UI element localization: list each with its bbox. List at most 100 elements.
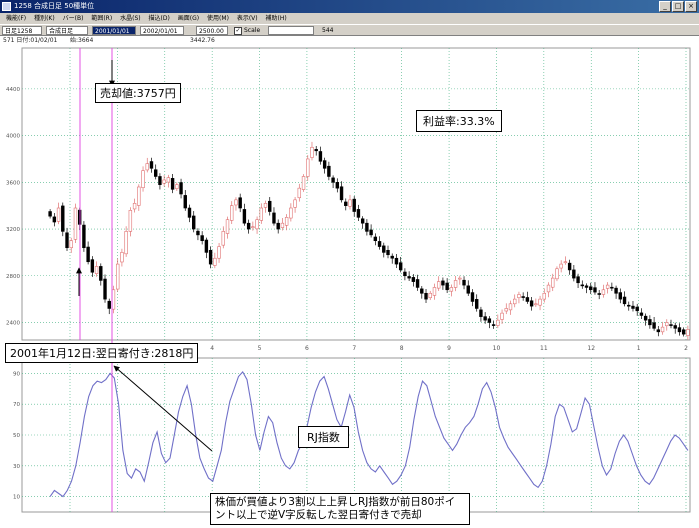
candle-body [141,170,145,188]
candle-body [572,269,576,279]
candle-body [458,277,462,280]
rj-index-label: RJ指数 [298,426,349,448]
menu-item[interactable]: 表示(V) [237,13,258,24]
candle-body [255,219,259,230]
candle-body [242,209,247,224]
candle-body [208,249,213,265]
scale-label: Scale [244,27,261,34]
candle-body [635,306,639,312]
candle-body [660,326,665,333]
candle-body [365,222,369,232]
candle-body [154,169,158,177]
candle-body [500,312,504,320]
candle-body [69,240,73,249]
rj-tick-label: 30 [13,464,20,470]
minimize-button[interactable]: _ [659,1,671,12]
candle-body [508,303,513,311]
candle-body [538,298,542,306]
value-field[interactable]: 2500.00 [196,26,228,35]
chart-area: 1234567891011121224002800320036004000440… [0,46,699,525]
info-price: 3442.76 [190,37,215,44]
scale-slider[interactable] [268,26,314,35]
x-tick-label: 4 [210,345,214,352]
candle-body [162,179,166,184]
candle-body [394,257,399,265]
candle-body [462,279,466,286]
candle-body [111,289,116,310]
candle-body [610,286,614,289]
candle-body [665,322,669,327]
menu-item[interactable]: 範囲(R) [91,13,112,24]
candle-body [86,246,90,263]
candle-body [289,207,293,219]
candle-body [187,207,192,218]
candle-body [407,276,411,279]
candle-body [331,177,335,183]
x-tick-label: 12 [587,345,595,352]
candle-body [356,209,361,218]
candle-body [559,263,563,269]
candle-body [491,324,496,326]
candle-body [415,279,420,288]
price-tick-label: 4400 [6,87,20,93]
x-tick-label: 11 [540,345,548,352]
candle-body [593,287,597,293]
candle-body [403,271,407,277]
menu-item[interactable]: 画面(G) [178,13,199,24]
candle-body [107,300,111,309]
candle-body [677,327,682,333]
candle-body [132,203,137,210]
candle-body [149,161,154,169]
rj-tick-label: 90 [13,371,20,377]
candle-body [196,230,200,236]
x-tick-label: 5 [258,345,262,352]
candle-body [115,263,120,290]
rj-tick-label: 70 [13,402,20,408]
candle-body [293,199,297,208]
candle-body [521,296,525,298]
x-tick-label: 7 [352,345,356,352]
candle-body [297,187,302,199]
menu-item[interactable]: 描込(D) [149,13,170,24]
scale-checkbox[interactable]: ✓ [234,27,242,35]
code-field[interactable]: 日足1258 [2,26,42,35]
candle-body [327,165,331,177]
period-end-select[interactable]: 2002/01/01 [140,26,184,35]
candle-body [525,297,530,302]
candle-body [390,255,394,259]
maximize-button[interactable]: □ [672,1,684,12]
window-title: 1258 合成日足 50種単位 [14,2,95,10]
candle-body [225,219,230,234]
candle-body [284,217,289,226]
period-start-select[interactable]: 2001/01/01 [92,26,136,35]
candle-body [335,182,340,189]
menu-item[interactable]: 補助(H) [266,13,287,24]
candle-body [344,201,348,206]
menu-item[interactable]: 水晶(S) [120,13,141,24]
close-button[interactable]: × [685,1,697,12]
menu-item[interactable]: 機能(F) [6,13,26,24]
candle-body [656,329,661,333]
candle-body [301,176,306,190]
candle-body [230,205,234,221]
candle-body [652,322,656,329]
rj-tick-label: 50 [13,433,20,439]
price-tick-label: 4000 [6,134,20,140]
menu-item[interactable]: 種別(K) [34,13,55,24]
candle-body [213,257,217,266]
candle-body [428,292,432,299]
candle-body [597,293,601,295]
candle-body [496,319,500,326]
candle-body [306,158,310,177]
candle-body [90,259,95,273]
menu-item[interactable]: 使用(M) [207,13,229,24]
menu-item[interactable]: バー(B) [63,13,84,24]
candle-body [551,277,555,288]
candle-body [648,319,652,326]
x-tick-label: 10 [493,345,501,352]
name-field[interactable]: 合成日足 [46,26,88,35]
candle-body [618,292,623,300]
candle-body [221,231,225,246]
candle-body [563,261,568,264]
candle-body [432,287,437,296]
